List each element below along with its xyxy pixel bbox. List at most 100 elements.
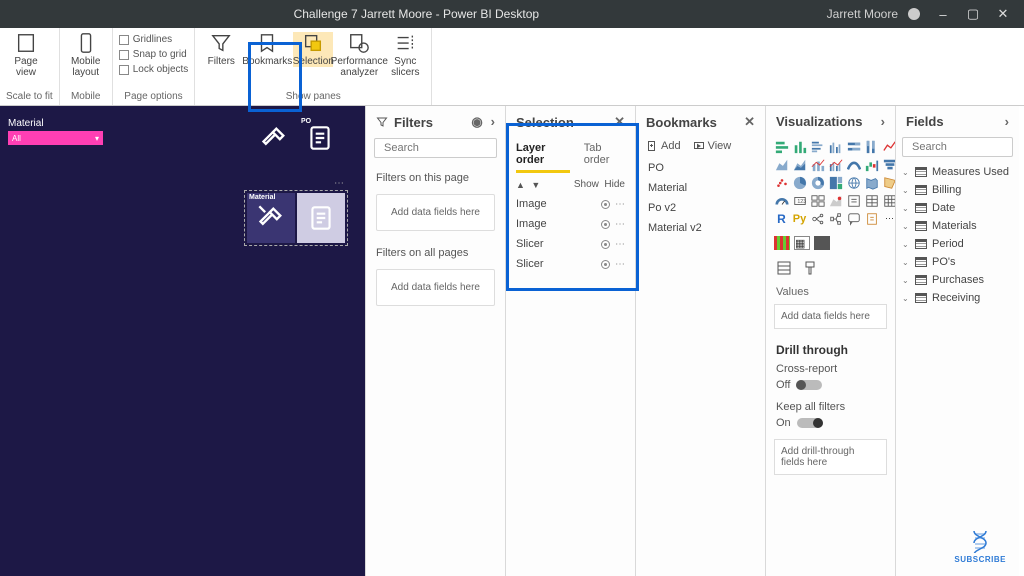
selection-item[interactable]: Slicer⋯ (506, 234, 635, 254)
sync-slicers-toggle[interactable]: Sync slicers (385, 32, 425, 78)
avatar[interactable] (908, 8, 920, 20)
table-row[interactable]: ⌄Measures Used (896, 163, 1019, 181)
viz-treemap[interactable] (828, 175, 843, 190)
viz-map[interactable] (846, 175, 861, 190)
viz-r[interactable]: R (774, 211, 789, 226)
viz-paginated[interactable] (864, 211, 879, 226)
table-row[interactable]: ⌄Period (896, 235, 1019, 253)
gridlines-checkbox[interactable]: Gridlines (119, 34, 172, 45)
viz-values-drop[interactable]: Add data fields here (774, 304, 887, 329)
image-tile-doc[interactable] (297, 193, 345, 243)
viz-qna[interactable] (846, 211, 861, 226)
eye-icon[interactable] (601, 220, 610, 229)
selection-item[interactable]: Slicer⋯ (506, 254, 635, 274)
viz-stacked-bar[interactable] (774, 139, 789, 154)
filters-toggle[interactable]: Filters (201, 32, 241, 67)
image-tiles-selected[interactable]: Material (244, 190, 348, 246)
tab-tab-order[interactable]: Tab order (584, 138, 625, 173)
report-canvas[interactable]: Material All▾ PO ⋯ Material (0, 106, 365, 576)
image-tile-po[interactable]: PO (298, 116, 342, 160)
viz-multi-card[interactable] (810, 193, 825, 208)
snap-checkbox[interactable]: Snap to grid (119, 49, 187, 60)
bookmark-add-button[interactable]: Add (646, 140, 681, 152)
table-row[interactable]: ⌄Billing (896, 181, 1019, 199)
viz-100-column[interactable] (864, 139, 879, 154)
fields-search[interactable] (902, 137, 1013, 157)
image-tile-hammer[interactable] (252, 116, 296, 160)
bookmarks-toggle[interactable]: Bookmarks (247, 32, 287, 67)
table-row[interactable]: ⌄Purchases (896, 271, 1019, 289)
viz-pie[interactable] (792, 175, 807, 190)
mobile-layout-button[interactable]: Mobile layout (66, 32, 106, 78)
more-icon[interactable]: ⋯ (615, 219, 625, 230)
visual-context-menu[interactable]: ⋯ (334, 178, 367, 189)
viz-waterfall[interactable] (864, 157, 879, 172)
viz-gauge[interactable] (774, 193, 789, 208)
slicer-visual-material[interactable]: Material All▾ (8, 118, 103, 145)
more-icon[interactable]: ⋯ (615, 239, 625, 250)
viz-stacked-area[interactable] (792, 157, 807, 172)
table-row[interactable]: ⌄Receiving (896, 289, 1019, 307)
bookmark-item[interactable]: Po v2 (636, 198, 765, 218)
image-tile-material[interactable]: Material (247, 193, 295, 243)
filters-thispage-drop[interactable]: Add data fields here (376, 194, 495, 231)
eye-icon[interactable] (601, 200, 610, 209)
more-icon[interactable]: ⋯ (615, 199, 625, 210)
selection-move-arrows[interactable]: ▲ ▼ (516, 180, 542, 190)
filters-expand-icon[interactable]: › (491, 114, 495, 130)
viz-filled-map[interactable] (864, 175, 879, 190)
viz-slicer[interactable] (846, 193, 861, 208)
more-icon[interactable]: ⋯ (615, 259, 625, 270)
bookmarks-close-icon[interactable]: ✕ (744, 114, 755, 130)
viz-expand-icon[interactable]: › (881, 114, 885, 129)
viz-ribbon[interactable] (846, 157, 861, 172)
keep-filters-toggle[interactable] (797, 418, 823, 428)
viz-line-column[interactable] (810, 157, 825, 172)
close-button[interactable]: ✕ (988, 6, 1018, 22)
viz-donut[interactable] (810, 175, 825, 190)
maximize-button[interactable]: ▢ (958, 6, 988, 22)
drill-through-drop[interactable]: Add drill-through fields here (774, 439, 887, 475)
bookmark-item[interactable]: PO (636, 158, 765, 178)
selection-show[interactable]: Show (574, 179, 599, 190)
viz-table[interactable] (864, 193, 879, 208)
viz-kpi[interactable] (828, 193, 843, 208)
bookmark-item[interactable]: Material v2 (636, 218, 765, 238)
selection-toggle[interactable]: Selection (293, 32, 333, 67)
selection-hide[interactable]: Hide (604, 179, 625, 190)
viz-stacked-column[interactable] (792, 139, 807, 154)
bookmark-item[interactable]: Material (636, 178, 765, 198)
tab-layer-order[interactable]: Layer order (516, 138, 570, 173)
viz-tab-format[interactable]: ▦ (794, 236, 810, 250)
fields-well-icon[interactable] (776, 260, 792, 276)
filters-preview-icon[interactable]: ◉ (471, 114, 482, 130)
eye-icon[interactable] (601, 240, 610, 249)
filters-search[interactable] (374, 138, 497, 158)
table-row[interactable]: ⌄PO's (896, 253, 1019, 271)
format-brush-icon[interactable] (802, 260, 818, 276)
viz-python[interactable]: Py (792, 211, 807, 226)
slicer-dropdown[interactable]: All▾ (8, 131, 103, 145)
fields-expand-icon[interactable]: › (1005, 114, 1009, 129)
viz-100-bar[interactable] (846, 139, 861, 154)
cross-report-toggle[interactable] (796, 380, 822, 390)
viz-scatter[interactable] (774, 175, 789, 190)
viz-clustered-bar[interactable] (810, 139, 825, 154)
viz-tab-analytics[interactable] (814, 236, 830, 250)
lock-checkbox[interactable]: Lock objects (119, 64, 189, 75)
fields-search-input[interactable] (912, 141, 1024, 153)
selection-item[interactable]: Image⋯ (506, 214, 635, 234)
viz-tab-fields[interactable] (774, 236, 790, 250)
viz-clustered-column[interactable] (828, 139, 843, 154)
viz-decomp-tree[interactable] (828, 211, 843, 226)
performance-analyzer-toggle[interactable]: Performance analyzer (339, 32, 379, 78)
table-row[interactable]: ⌄Date (896, 199, 1019, 217)
minimize-button[interactable]: – (928, 7, 958, 22)
filters-allpages-drop[interactable]: Add data fields here (376, 269, 495, 306)
table-row[interactable]: ⌄Materials (896, 217, 1019, 235)
page-view-button[interactable]: Page view (6, 32, 46, 78)
viz-area[interactable] (774, 157, 789, 172)
bookmark-view-button[interactable]: View (693, 140, 732, 152)
viz-card[interactable]: 123 (792, 193, 807, 208)
viz-line-clustered[interactable] (828, 157, 843, 172)
